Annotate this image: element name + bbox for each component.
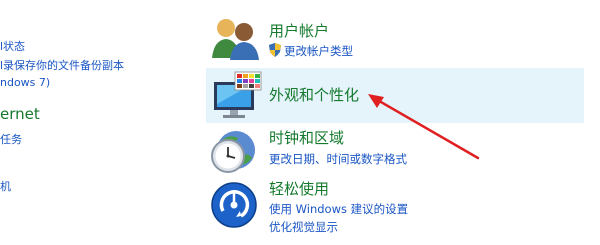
category-title-clock-region[interactable]: 时钟和区域 [269, 127, 344, 148]
ease-of-access-icon[interactable] [210, 181, 258, 229]
users-icon[interactable] [210, 16, 262, 60]
left-link-machine[interactable]: 机 [0, 178, 11, 194]
left-heading-internet[interactable]: ernet [0, 105, 40, 123]
link-change-account-type[interactable]: 更改帐户类型 [269, 43, 353, 60]
link-change-account-type-label: 更改帐户类型 [284, 44, 353, 58]
left-link-win7[interactable]: ndows 7) [0, 76, 50, 89]
monitor-palette-icon[interactable] [210, 70, 264, 120]
left-link-status[interactable]: l状态 [0, 38, 25, 54]
red-arrow [368, 94, 480, 160]
link-optimize-visual-display[interactable]: 优化视觉显示 [269, 219, 338, 235]
clock-globe-icon[interactable] [208, 128, 258, 176]
category-title-appearance[interactable]: 外观和个性化 [269, 84, 359, 105]
link-windows-recommended-settings[interactable]: 使用 Windows 建议的设置 [269, 201, 408, 217]
left-link-tasks[interactable]: 任务 [0, 131, 22, 147]
shield-icon [269, 43, 281, 60]
category-title-user-accounts[interactable]: 用户帐户 [269, 20, 329, 41]
left-link-backup[interactable]: l录保存你的文件备份副本 [0, 57, 124, 73]
category-title-ease-of-access[interactable]: 轻松使用 [269, 178, 329, 199]
